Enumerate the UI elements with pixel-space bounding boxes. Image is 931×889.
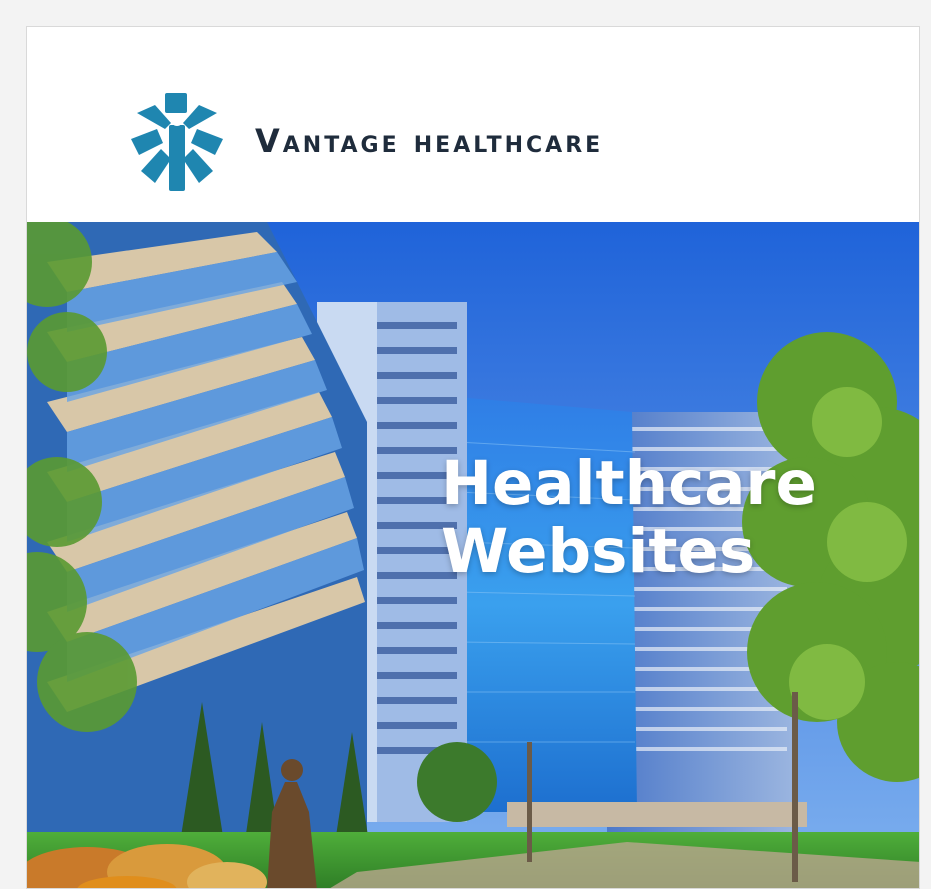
hero-title-line1: Healthcare: [441, 448, 817, 519]
star-of-life-figure-icon: [131, 93, 223, 191]
hero-banner: Healthcare Websites: [27, 222, 919, 888]
logo-header: Vantage healthcare: [27, 27, 919, 222]
hero-title-line2: Websites: [441, 516, 756, 587]
brand-name: Vantage healthcare: [255, 122, 604, 160]
hero-title: Healthcare Websites: [441, 450, 817, 586]
email-card: Vantage healthcare Healthcare Websites: [26, 26, 920, 889]
